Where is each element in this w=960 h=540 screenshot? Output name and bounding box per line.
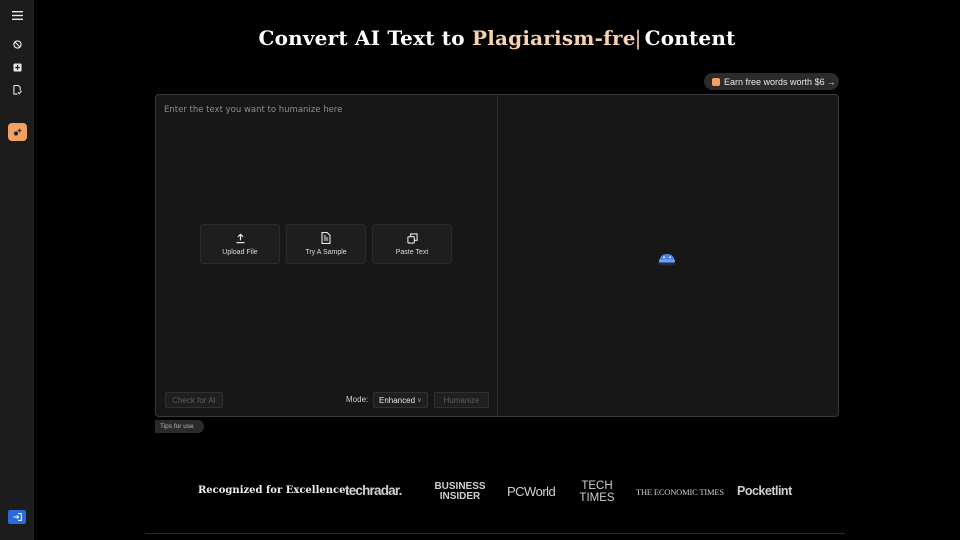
title-suffix: Content: [644, 26, 736, 50]
title-highlight: Plagiarism-fre: [471, 26, 636, 50]
techradar-logo: techradar.: [345, 483, 402, 498]
economic-times-logo: THE ECONOMIC TIMES: [636, 487, 724, 497]
sidebar-item-ai-detector[interactable]: [7, 34, 27, 54]
editor-panel: Upload File Try A Sample Paste Text Chec…: [155, 94, 839, 417]
robot-icon: [658, 254, 676, 266]
login-icon: [13, 513, 22, 521]
sidebar-item-new[interactable]: [7, 57, 27, 77]
upload-icon: [235, 233, 245, 243]
sidebar: [0, 0, 34, 540]
editor-toolbar: Check for AI Mode: Enhanced ∨ Humanize: [165, 392, 489, 408]
tech-times-line2: TIMES: [579, 492, 615, 504]
plus-square-icon: [12, 62, 22, 72]
chevron-down-icon: ∨: [416, 397, 422, 404]
mode-label: Mode:: [346, 395, 369, 404]
copy-icon: [406, 232, 418, 244]
humanize-button[interactable]: Humanize: [434, 392, 489, 408]
business-insider-logo: BUSINESS INSIDER: [432, 482, 488, 502]
no-ai-icon: [12, 39, 22, 49]
earn-label: Earn free words worth: [724, 76, 813, 87]
mode-select[interactable]: Enhanced ∨: [373, 392, 428, 408]
earn-free-words-button[interactable]: Earn free words worth $6 →: [704, 73, 839, 90]
paste-text-button[interactable]: Paste Text: [372, 224, 452, 264]
earn-amount: $6: [814, 76, 825, 87]
hamburger-menu-icon: [11, 10, 23, 20]
sidebar-item-plagiarism[interactable]: [7, 80, 27, 100]
check-for-ai-button[interactable]: Check for AI: [165, 392, 223, 408]
sidebar-item-humanizer[interactable]: [8, 123, 27, 141]
tech-times-line1: TECH: [581, 480, 613, 492]
recognized-label: Recognized for Excellence:: [198, 485, 350, 496]
arrow-right-icon: →: [826, 76, 836, 87]
business-insider-line2: INSIDER: [439, 491, 481, 502]
footer-divider: [145, 533, 845, 534]
input-actions: Upload File Try A Sample Paste Text: [200, 224, 452, 264]
typing-caret: |: [634, 26, 642, 50]
gift-icon: [712, 77, 720, 86]
tips-for-use-button[interactable]: Tips for use: [155, 420, 204, 433]
login-button[interactable]: [8, 510, 26, 524]
menu-button[interactable]: [7, 5, 27, 25]
panel-divider: [497, 95, 498, 416]
upload-file-button[interactable]: Upload File: [200, 224, 280, 264]
tech-times-logo: TECH TIMES: [576, 480, 618, 504]
document-icon: [321, 232, 331, 244]
pocketlint-logo: Pocketlint: [737, 484, 792, 498]
upload-file-label: Upload File: [222, 248, 258, 256]
title-prefix: Convert AI Text to: [258, 26, 465, 50]
humanizer-sparkle-icon: [13, 128, 22, 136]
mode-value: Enhanced: [379, 395, 416, 405]
try-sample-label: Try A Sample: [305, 249, 347, 256]
try-sample-button[interactable]: Try A Sample: [286, 224, 366, 264]
document-check-icon: [12, 85, 22, 95]
pcworld-logo: PCWorld: [507, 484, 556, 499]
page-title: Convert AI Text to Plagiarism-fre| Conten…: [34, 26, 960, 50]
paste-text-label: Paste Text: [395, 248, 429, 256]
